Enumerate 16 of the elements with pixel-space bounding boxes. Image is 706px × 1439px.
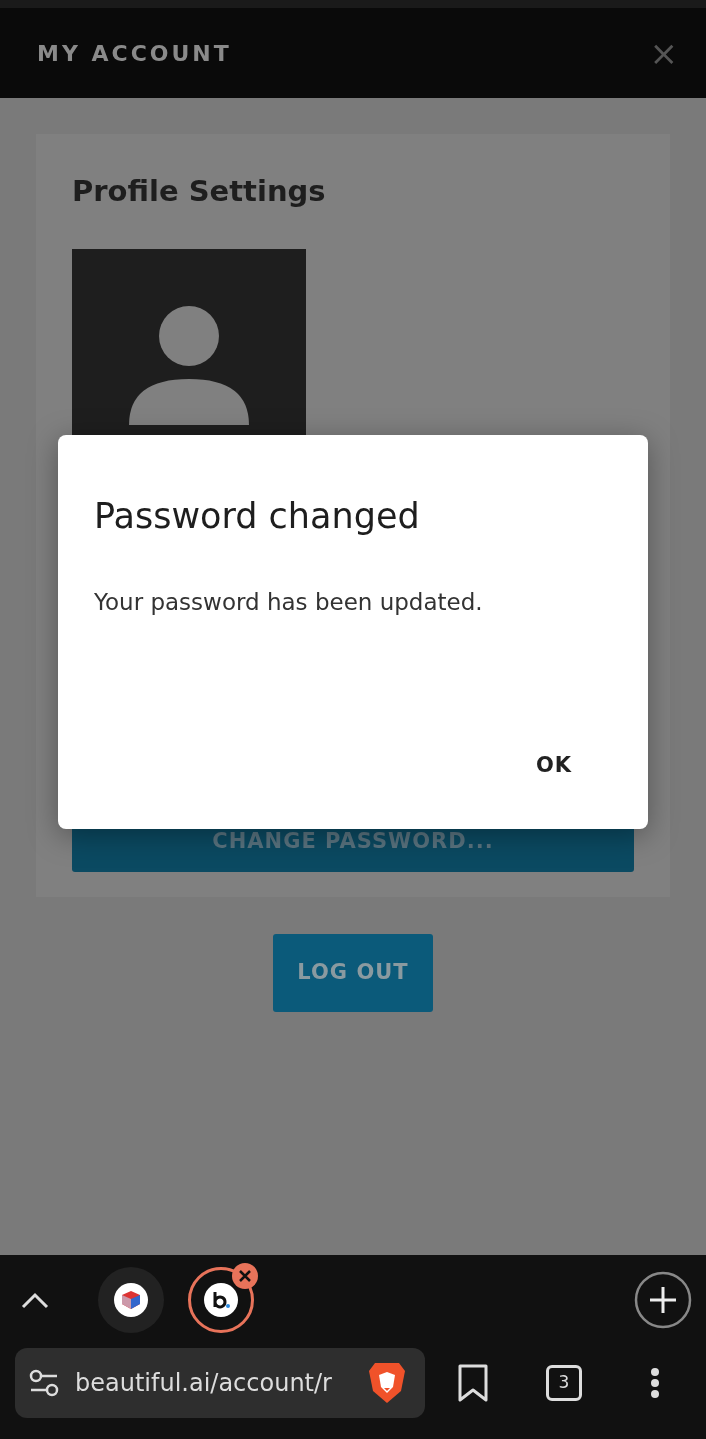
lion-shield-icon[interactable] <box>367 1361 407 1405</box>
close-tab-icon[interactable] <box>231 1262 259 1290</box>
dialog-title: Password changed <box>94 495 421 537</box>
address-bar[interactable]: beautiful.ai/account/r <box>15 1348 425 1418</box>
page-title: MY ACCOUNT <box>37 39 232 68</box>
chevron-up-icon[interactable] <box>20 1290 50 1310</box>
section-title: Profile Settings <box>72 174 327 209</box>
site-icon <box>204 1283 238 1317</box>
dialog-message: Your password has been updated. <box>94 588 484 617</box>
bookmark-icon[interactable] <box>457 1363 489 1403</box>
site-settings-icon[interactable] <box>29 1369 59 1397</box>
more-icon[interactable] <box>650 1367 660 1399</box>
tab-count-button[interactable]: 3 <box>546 1365 582 1401</box>
ok-button[interactable]: OK <box>519 741 612 789</box>
site-icon <box>114 1283 148 1317</box>
new-tab-icon[interactable] <box>634 1271 692 1329</box>
